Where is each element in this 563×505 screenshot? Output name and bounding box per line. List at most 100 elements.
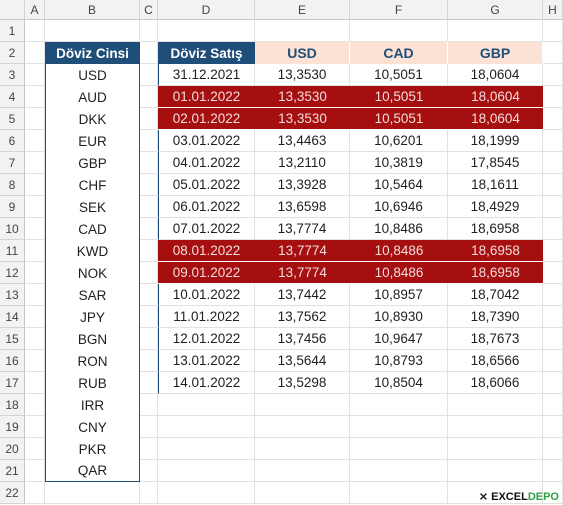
currency-list-item[interactable]: AUD xyxy=(45,86,140,108)
rates-cell-cad[interactable]: 10,8504 xyxy=(350,372,448,394)
rates-cell-gbp[interactable]: 18,6958 xyxy=(448,218,543,240)
grid-cell[interactable] xyxy=(448,394,543,416)
rates-cell-usd[interactable]: 13,3530 xyxy=(255,108,350,130)
grid-cell[interactable] xyxy=(543,152,563,174)
rates-cell-gbp[interactable]: 18,7673 xyxy=(448,328,543,350)
grid-cell[interactable] xyxy=(543,20,563,42)
grid-cell[interactable] xyxy=(140,328,158,350)
rates-cell-usd[interactable]: 13,7562 xyxy=(255,306,350,328)
rates-cell-cad[interactable]: 10,5051 xyxy=(350,64,448,86)
grid-cell[interactable] xyxy=(25,218,45,240)
grid-cell[interactable] xyxy=(25,262,45,284)
column-header-g[interactable]: G xyxy=(448,0,543,20)
grid-cell[interactable] xyxy=(255,438,350,460)
grid-cell[interactable] xyxy=(140,372,158,394)
grid-cell[interactable] xyxy=(25,86,45,108)
rates-cell-date[interactable]: 14.01.2022 xyxy=(158,372,255,394)
grid-cell[interactable] xyxy=(350,416,448,438)
rates-cell-gbp[interactable]: 18,1611 xyxy=(448,174,543,196)
rates-cell-date[interactable]: 07.01.2022 xyxy=(158,218,255,240)
grid-cell[interactable] xyxy=(543,372,563,394)
rates-cell-gbp[interactable]: 17,8545 xyxy=(448,152,543,174)
column-header-b[interactable]: B xyxy=(45,0,140,20)
currency-list-item[interactable]: JPY xyxy=(45,306,140,328)
grid-cell[interactable] xyxy=(140,174,158,196)
rates-cell-cad[interactable]: 10,8957 xyxy=(350,284,448,306)
grid-cell[interactable] xyxy=(140,416,158,438)
grid-cell[interactable] xyxy=(158,482,255,504)
currency-list-item[interactable]: SAR xyxy=(45,284,140,306)
grid-cell[interactable] xyxy=(25,130,45,152)
column-header-h[interactable]: H xyxy=(543,0,563,20)
column-header-c[interactable]: C xyxy=(140,0,158,20)
rates-cell-cad[interactable]: 10,3819 xyxy=(350,152,448,174)
rates-cell-usd[interactable]: 13,3530 xyxy=(255,64,350,86)
grid-cell[interactable] xyxy=(543,328,563,350)
grid-cell[interactable] xyxy=(543,108,563,130)
rates-cell-date[interactable]: 31.12.2021 xyxy=(158,64,255,86)
row-header-20[interactable]: 20 xyxy=(0,438,25,460)
row-header-4[interactable]: 4 xyxy=(0,86,25,108)
currency-list-item[interactable]: CNY xyxy=(45,416,140,438)
grid-cell[interactable] xyxy=(140,394,158,416)
rates-cell-cad[interactable]: 10,8793 xyxy=(350,350,448,372)
grid-cell[interactable] xyxy=(140,130,158,152)
rates-cell-cad[interactable]: 10,9647 xyxy=(350,328,448,350)
currency-list-item[interactable]: RUB xyxy=(45,372,140,394)
grid-cell[interactable] xyxy=(140,86,158,108)
rates-cell-cad[interactable]: 10,8486 xyxy=(350,240,448,262)
rates-cell-date[interactable]: 05.01.2022 xyxy=(158,174,255,196)
currency-list-item[interactable]: NOK xyxy=(45,262,140,284)
grid-cell[interactable] xyxy=(140,284,158,306)
grid-cell[interactable] xyxy=(140,64,158,86)
grid-cell[interactable] xyxy=(448,438,543,460)
row-header-13[interactable]: 13 xyxy=(0,284,25,306)
grid-cell[interactable] xyxy=(25,64,45,86)
grid-cell[interactable] xyxy=(25,482,45,504)
grid-cell[interactable] xyxy=(45,482,140,504)
grid-cell[interactable] xyxy=(350,394,448,416)
grid-cell[interactable] xyxy=(140,460,158,482)
rates-cell-cad[interactable]: 10,5051 xyxy=(350,86,448,108)
currency-list-item[interactable]: KWD xyxy=(45,240,140,262)
row-header-21[interactable]: 21 xyxy=(0,460,25,482)
grid-cell[interactable] xyxy=(140,438,158,460)
rates-header-usd[interactable]: USD xyxy=(255,42,350,64)
grid-cell[interactable] xyxy=(350,460,448,482)
rates-cell-gbp[interactable]: 18,6566 xyxy=(448,350,543,372)
grid-cell[interactable] xyxy=(25,438,45,460)
grid-cell[interactable] xyxy=(25,108,45,130)
rates-cell-date[interactable]: 03.01.2022 xyxy=(158,130,255,152)
rates-cell-gbp[interactable]: 18,4929 xyxy=(448,196,543,218)
currency-list-item[interactable]: QAR xyxy=(45,460,140,482)
rates-cell-gbp[interactable]: 18,6066 xyxy=(448,372,543,394)
rates-cell-cad[interactable]: 10,8486 xyxy=(350,262,448,284)
grid-cell[interactable] xyxy=(543,86,563,108)
rates-cell-date[interactable]: 08.01.2022 xyxy=(158,240,255,262)
row-header-17[interactable]: 17 xyxy=(0,372,25,394)
rates-cell-gbp[interactable]: 18,0604 xyxy=(448,86,543,108)
grid-cell[interactable] xyxy=(140,262,158,284)
row-header-5[interactable]: 5 xyxy=(0,108,25,130)
rates-cell-gbp[interactable]: 18,6958 xyxy=(448,262,543,284)
grid-cell[interactable] xyxy=(255,20,350,42)
row-header-16[interactable]: 16 xyxy=(0,350,25,372)
row-header-14[interactable]: 14 xyxy=(0,306,25,328)
grid-cell[interactable] xyxy=(448,460,543,482)
grid-cell[interactable] xyxy=(25,394,45,416)
rates-header-date[interactable]: Döviz Satış xyxy=(158,42,255,64)
grid-cell[interactable] xyxy=(140,350,158,372)
grid-cell[interactable] xyxy=(543,284,563,306)
rates-cell-cad[interactable]: 10,5051 xyxy=(350,108,448,130)
currency-list-item[interactable]: GBP xyxy=(45,152,140,174)
grid-cell[interactable] xyxy=(255,482,350,504)
spreadsheet-grid[interactable]: A B C D E F G H 1 2 3 4 5 6 7 8 9 10 11 12 13 14 15 16 17 18 19 20 2… xyxy=(0,0,563,505)
grid-cell[interactable] xyxy=(543,262,563,284)
grid-cell[interactable] xyxy=(543,130,563,152)
row-header-22[interactable]: 22 xyxy=(0,482,25,504)
rates-cell-usd[interactable]: 13,5644 xyxy=(255,350,350,372)
grid-cell[interactable] xyxy=(25,306,45,328)
grid-cell[interactable] xyxy=(255,416,350,438)
currency-list-item[interactable]: PKR xyxy=(45,438,140,460)
row-header-10[interactable]: 10 xyxy=(0,218,25,240)
